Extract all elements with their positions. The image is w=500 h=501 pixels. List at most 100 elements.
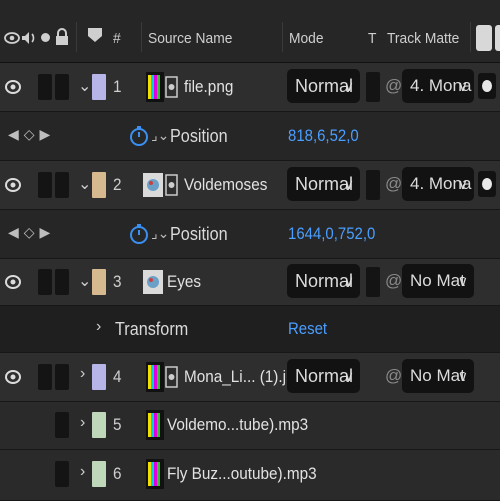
precomp-thumbnail-icon (143, 270, 163, 294)
chevron-down-icon: ∨ (343, 78, 354, 94)
timeline-layer-panel: # Source Name Mode T Track Matte ⌄ 1 fil… (0, 0, 500, 501)
eye-icon[interactable] (4, 368, 22, 386)
layer-name[interactable]: Voldemoses (184, 175, 267, 195)
chevron-right-icon[interactable]: › (80, 414, 85, 432)
video-switch-icon[interactable] (4, 30, 20, 46)
stopwatch-icon[interactable] (128, 223, 150, 245)
graph-icon[interactable]: ⌟⌄ (151, 225, 169, 242)
layer-name[interactable]: Fly Buz...outube).mp3 (167, 464, 317, 484)
pick-whip-icon[interactable]: @ (385, 174, 402, 194)
graph-icon[interactable]: ⌟⌄ (151, 127, 169, 144)
comp-icon (165, 174, 178, 196)
mode-dropdown[interactable]: Normal ∨ (287, 359, 360, 393)
header-t[interactable]: T (368, 30, 376, 47)
property-value[interactable]: 1644,0,752,0 (288, 224, 375, 244)
track-matte-dropdown[interactable]: 4. Mona ∨ (402, 69, 474, 103)
lock-switch[interactable] (55, 269, 69, 295)
layer-row-5[interactable]: › 5 Voldemo...tube).mp3 (0, 402, 500, 450)
layer-name[interactable]: Voldemo...tube).mp3 (167, 415, 308, 435)
comp-icon (165, 76, 178, 98)
audio-thumbnail-icon (146, 459, 164, 489)
property-name: Position (170, 224, 228, 244)
preserve-transparency-switch[interactable] (366, 170, 380, 200)
chevron-down-icon: ∨ (457, 368, 468, 384)
matte-header-icon[interactable] (495, 25, 500, 51)
keyframe-navigator[interactable]: ◀◇▶ (8, 224, 55, 241)
header-separator (141, 22, 142, 52)
pick-whip-icon[interactable]: @ (385, 271, 402, 291)
header-track-matte[interactable]: Track Matte (387, 30, 459, 47)
audio-switch-icon[interactable] (20, 29, 38, 47)
chevron-right-icon[interactable]: › (80, 463, 85, 481)
precomp-thumbnail-icon (143, 173, 163, 197)
layer-row-3[interactable]: ⌄ 3 Eyes Normal ∨ @ No Mat ∨ (0, 259, 500, 306)
label-color-swatch[interactable] (92, 74, 106, 100)
solo-switch[interactable] (38, 172, 52, 198)
header-number[interactable]: # (113, 30, 121, 47)
label-color-swatch[interactable] (92, 269, 106, 295)
layer-row-6[interactable]: › 6 Fly Buz...outube).mp3 (0, 450, 500, 501)
transform-reset-link[interactable]: Reset (288, 319, 327, 339)
chevron-down-icon[interactable]: ⌄ (78, 271, 91, 291)
track-matte-dropdown[interactable]: No Mat ∨ (402, 359, 474, 393)
label-tag-icon[interactable] (87, 27, 103, 47)
track-matte-value: No Mat (410, 271, 465, 290)
chevron-down-icon: ∨ (457, 273, 468, 289)
solo-icon[interactable] (41, 33, 50, 42)
preserve-transparency-switch[interactable] (366, 267, 380, 297)
track-matte-dropdown[interactable]: No Mat ∨ (402, 264, 474, 298)
lock-switch[interactable] (55, 364, 69, 390)
layer-name[interactable]: Mona_Li... (1).jpg (184, 367, 303, 387)
layer-number: 1 (113, 77, 122, 96)
solo-switch[interactable] (38, 74, 52, 100)
layer-number: 5 (113, 415, 122, 434)
chevron-right-icon[interactable]: › (96, 318, 101, 336)
pick-whip-icon[interactable]: @ (385, 366, 402, 386)
lock-switch[interactable] (55, 172, 69, 198)
layer-number: 3 (113, 272, 122, 291)
layer-number: 4 (113, 367, 122, 386)
matte-invert-header-icon[interactable] (476, 25, 492, 51)
stopwatch-icon[interactable] (128, 125, 150, 147)
matte-invert-toggle[interactable] (478, 171, 496, 197)
lock-switch[interactable] (55, 461, 69, 487)
mode-dropdown[interactable]: Normal ∨ (287, 69, 360, 103)
label-color-swatch[interactable] (92, 412, 106, 438)
chevron-right-icon[interactable]: › (80, 365, 85, 383)
transform-group-row[interactable]: › Transform Reset (0, 306, 500, 353)
chevron-down-icon[interactable]: ⌄ (78, 76, 91, 96)
label-color-swatch[interactable] (92, 461, 106, 487)
lock-switch[interactable] (55, 412, 69, 438)
label-color-swatch[interactable] (92, 364, 106, 390)
eye-icon[interactable] (4, 78, 22, 96)
solo-switch[interactable] (38, 269, 52, 295)
solo-switch[interactable] (38, 364, 52, 390)
chevron-down-icon[interactable]: ⌄ (78, 174, 91, 194)
property-value[interactable]: 818,6,52,0 (288, 126, 359, 146)
lock-switch[interactable] (55, 74, 69, 100)
keyframe-navigator[interactable]: ◀◇▶ (8, 126, 55, 143)
property-name: Position (170, 126, 228, 146)
eye-icon[interactable] (4, 176, 22, 194)
label-color-swatch[interactable] (92, 172, 106, 198)
mode-dropdown[interactable]: Normal ∨ (287, 167, 360, 201)
layer-row-2[interactable]: ⌄ 2 Voldemoses Normal ∨ @ 4. Mona ∨ (0, 161, 500, 210)
layer-name[interactable]: Eyes (167, 272, 201, 292)
lock-icon[interactable] (55, 28, 69, 46)
chevron-down-icon: ∨ (343, 368, 354, 384)
mode-dropdown[interactable]: Normal ∨ (287, 264, 360, 298)
matte-invert-toggle[interactable] (478, 73, 496, 99)
layer-name[interactable]: file.png (184, 77, 233, 97)
header-separator (470, 22, 471, 52)
layer-row-1[interactable]: ⌄ 1 file.png Normal ∨ @ 4. Mona ∨ (0, 63, 500, 112)
image-thumbnail-icon (146, 362, 164, 392)
header-source-name[interactable]: Source Name (148, 30, 232, 47)
preserve-transparency-switch[interactable] (366, 72, 380, 102)
header-separator (282, 22, 283, 52)
header-mode[interactable]: Mode (289, 30, 324, 47)
track-matte-value: No Mat (410, 366, 465, 385)
layer-row-4[interactable]: › 4 Mona_Li... (1).jpg Normal ∨ @ No Mat ∨ (0, 353, 500, 402)
track-matte-dropdown[interactable]: 4. Mona ∨ (402, 167, 474, 201)
pick-whip-icon[interactable]: @ (385, 76, 402, 96)
eye-icon[interactable] (4, 273, 22, 291)
